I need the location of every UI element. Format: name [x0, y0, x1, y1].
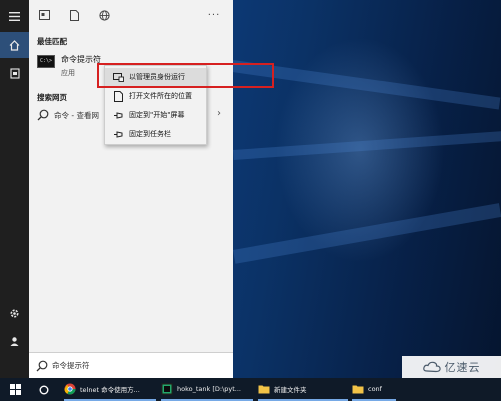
- chevron-right-icon[interactable]: ›: [217, 108, 221, 119]
- wallpaper-light-beam: [233, 203, 501, 264]
- taskbar-app-label: telnet 命令使用方...: [80, 385, 140, 394]
- taskbar: telnet 命令使用方... hoko_tank [D:\pyt... 新建文…: [0, 378, 501, 401]
- ctx-pin-to-start[interactable]: 固定到"开始"屏幕: [105, 106, 206, 124]
- search-icon: [37, 109, 49, 121]
- ctx-item-label: 固定到"开始"屏幕: [129, 111, 185, 119]
- ctx-open-file-location[interactable]: 打开文件所在的位置: [105, 87, 206, 105]
- search-web-heading: 搜索网页: [37, 93, 67, 102]
- cortana-button[interactable]: [35, 378, 53, 401]
- pin-to-taskbar-icon: [111, 127, 125, 141]
- taskbar-app-chrome[interactable]: telnet 命令使用方...: [64, 378, 156, 401]
- start-button[interactable]: [6, 378, 24, 401]
- command-prompt-icon: C:\>: [37, 55, 55, 68]
- result-title: 命令提示符: [61, 55, 101, 64]
- folder-icon: [352, 385, 364, 393]
- hamburger-menu-icon[interactable]: [0, 3, 29, 29]
- wallpaper-light-beam: [233, 131, 501, 160]
- search-icon: [36, 360, 48, 371]
- python-icon: [161, 382, 173, 395]
- watermark-text: 亿速云: [444, 361, 481, 374]
- taskbar-app-pycharm[interactable]: hoko_tank [D:\pyt...: [161, 378, 253, 401]
- taskbar-app-folder[interactable]: conf: [352, 378, 396, 401]
- folder-icon: [258, 385, 270, 393]
- ctx-pin-to-taskbar[interactable]: 固定到任务栏: [105, 125, 206, 143]
- cloud-logo-icon: [422, 361, 441, 373]
- taskbar-app-label: conf: [368, 384, 382, 393]
- taskbar-app-label: 新建文件夹: [274, 385, 307, 394]
- web-filter-icon[interactable]: [89, 0, 119, 30]
- user-account-icon[interactable]: [0, 328, 29, 354]
- search-web-text: 命令 - 查看网: [54, 110, 99, 120]
- open-file-location-icon: [111, 89, 125, 103]
- best-match-heading: 最佳匹配: [37, 37, 67, 46]
- taskbar-app-label: hoko_tank [D:\pyt...: [177, 384, 241, 393]
- taskbar-search-box[interactable]: [29, 352, 233, 378]
- taskbar-app-folder[interactable]: 新建文件夹: [258, 378, 348, 401]
- apps-filter-icon[interactable]: [29, 0, 59, 30]
- watermark-logo: 亿速云: [402, 356, 501, 378]
- search-input[interactable]: [52, 361, 222, 370]
- cortana-circle-icon: [39, 385, 49, 394]
- home-icon[interactable]: [0, 32, 29, 58]
- ctx-item-label: 打开文件所在的位置: [129, 92, 192, 100]
- search-filter-bar: ···: [29, 0, 233, 30]
- annotation-highlight-box: [97, 63, 274, 88]
- documents-filter-icon[interactable]: [59, 0, 89, 30]
- start-menu-panel: ··· 最佳匹配 C:\> 命令提示符 应用 搜索网页 命令 - 查看网 ›: [29, 0, 233, 378]
- settings-gear-icon[interactable]: [0, 300, 29, 326]
- start-menu-rail: [0, 0, 29, 378]
- ctx-item-label: 固定到任务栏: [129, 130, 171, 138]
- document-icon[interactable]: [0, 60, 29, 86]
- pin-to-start-icon: [111, 108, 125, 122]
- chrome-icon: [64, 383, 76, 395]
- result-type: 应用: [61, 69, 75, 77]
- windows-start-icon: [9, 384, 21, 395]
- more-options-icon[interactable]: ···: [199, 0, 229, 30]
